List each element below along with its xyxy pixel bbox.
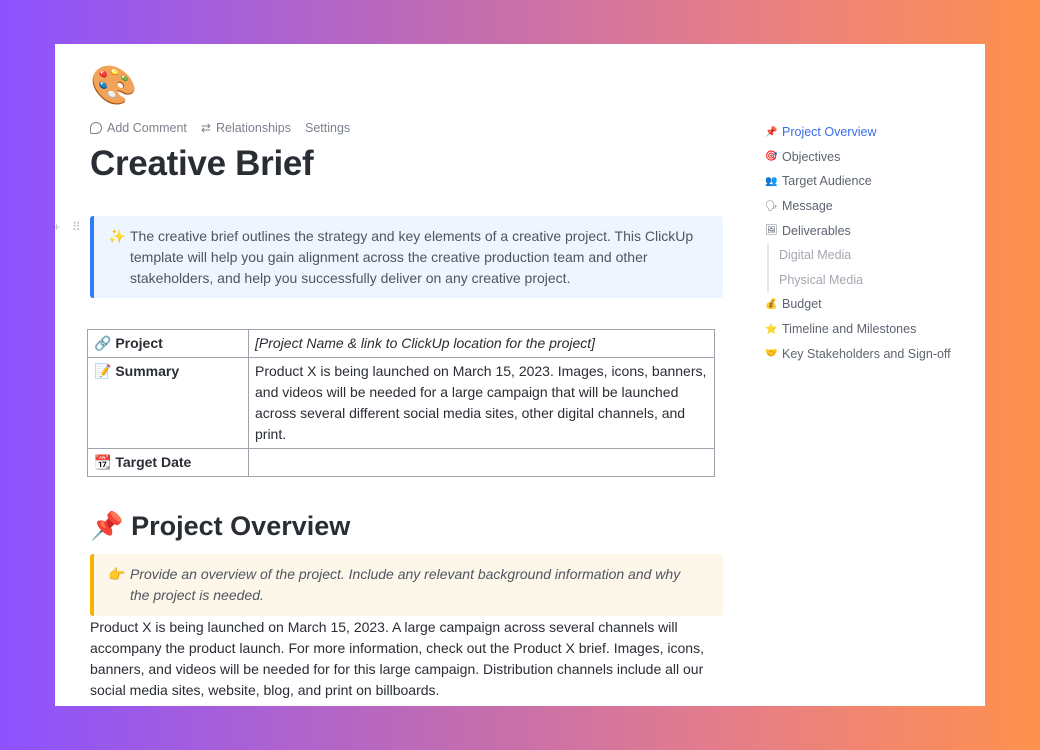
add-comment-label: Add Comment bbox=[107, 121, 187, 135]
toc-label: Timeline and Milestones bbox=[782, 322, 917, 337]
sparkles-icon: ✨ bbox=[108, 228, 126, 244]
toc-item-physical-media[interactable]: Physical Media bbox=[779, 268, 980, 293]
link-icon: 🔗 bbox=[94, 335, 112, 351]
calendar-icon: 📆 bbox=[94, 454, 112, 470]
memo-icon: 📝 bbox=[94, 363, 112, 379]
intro-callout-text: The creative brief outlines the strategy… bbox=[130, 228, 694, 286]
speaking-head-icon: 🗣 bbox=[765, 200, 778, 212]
project-overview-heading[interactable]: 📌 Project Overview bbox=[90, 510, 350, 542]
table-of-contents: 📌 Project Overview 🎯 Objectives 👥 Target… bbox=[765, 120, 980, 366]
page-title[interactable]: Creative Brief bbox=[90, 144, 314, 184]
toc-label: Digital Media bbox=[779, 248, 852, 263]
page-actions: Add Comment ⇄ Relationships Settings bbox=[90, 121, 350, 135]
drag-handle-icon[interactable]: ⠿ bbox=[72, 220, 81, 234]
brief-table: 🔗 Project [Project Name & link to ClickU… bbox=[87, 329, 715, 477]
pointing-hand-icon: 👉 bbox=[108, 566, 126, 582]
target-icon: 🎯 bbox=[765, 151, 778, 163]
overview-callout[interactable]: 👉 Provide an overview of the project. In… bbox=[90, 554, 723, 616]
toc-item-message[interactable]: 🗣 Message bbox=[765, 194, 980, 219]
artist-palette-icon[interactable]: 🎨 bbox=[90, 64, 137, 108]
document-card: 🎨 Add Comment ⇄ Relationships Settings C… bbox=[55, 44, 985, 706]
settings-label: Settings bbox=[305, 121, 351, 135]
relationships-label: Relationships bbox=[215, 121, 292, 135]
pushpin-icon: 📌 bbox=[90, 511, 124, 541]
table-cell-key[interactable]: 📝 Summary bbox=[87, 357, 249, 449]
people-icon: 👥 bbox=[765, 175, 778, 187]
row-key-label: Summary bbox=[115, 363, 180, 379]
relationships-button[interactable]: ⇄ Relationships bbox=[201, 121, 291, 135]
table-row: 📝 Summary Product X is being launched on… bbox=[87, 357, 715, 449]
toc-label: Message bbox=[782, 199, 833, 214]
toc-label: Deliverables bbox=[782, 223, 851, 238]
block-gutter: + ⠿ bbox=[55, 220, 81, 234]
toc-item-deliverables[interactable]: 🖼 Deliverables bbox=[765, 218, 980, 243]
relationships-icon: ⇄ bbox=[200, 121, 211, 135]
toc-label: Physical Media bbox=[779, 272, 864, 287]
table-row: 🔗 Project [Project Name & link to ClickU… bbox=[87, 329, 715, 358]
row-key-label: Target Date bbox=[115, 454, 192, 470]
settings-button[interactable]: Settings bbox=[305, 121, 350, 135]
toc-subsection-deliverables: Digital Media Physical Media bbox=[767, 242, 980, 293]
toc-label: Target Audience bbox=[782, 174, 872, 189]
toc-label: Budget bbox=[782, 297, 822, 312]
toc-label: Key Stakeholders and Sign-off bbox=[782, 346, 951, 361]
toc-item-budget[interactable]: 💰 Budget bbox=[765, 292, 980, 317]
money-bag-icon: 💰 bbox=[765, 298, 778, 310]
toc-label: Objectives bbox=[782, 149, 841, 164]
table-cell-key[interactable]: 🔗 Project bbox=[87, 329, 249, 358]
add-comment-button[interactable]: Add Comment bbox=[90, 121, 187, 135]
table-cell-key[interactable]: 📆 Target Date bbox=[87, 448, 249, 477]
overview-callout-text: Provide an overview of the project. Incl… bbox=[130, 566, 681, 603]
toc-label: Project Overview bbox=[782, 125, 877, 140]
handshake-icon: 🤝 bbox=[765, 348, 778, 360]
toc-item-digital-media[interactable]: Digital Media bbox=[779, 243, 980, 268]
toc-item-target-audience[interactable]: 👥 Target Audience bbox=[765, 169, 980, 194]
overview-body[interactable]: Product X is being launched on March 15,… bbox=[90, 617, 730, 701]
toc-item-timeline[interactable]: ⭐ Timeline and Milestones bbox=[765, 317, 980, 342]
toc-item-stakeholders[interactable]: 🤝 Key Stakeholders and Sign-off bbox=[765, 341, 980, 366]
table-row: 📆 Target Date bbox=[87, 448, 715, 477]
heading-text: Project Overview bbox=[131, 511, 351, 541]
table-cell-value[interactable]: Product X is being launched on March 15,… bbox=[248, 357, 715, 449]
table-cell-value[interactable] bbox=[248, 448, 715, 477]
pushpin-icon: 📌 bbox=[765, 126, 778, 138]
intro-callout[interactable]: ✨ The creative brief outlines the strate… bbox=[90, 216, 723, 298]
comment-icon bbox=[90, 122, 102, 134]
star-icon: ⭐ bbox=[765, 323, 778, 335]
toc-item-objectives[interactable]: 🎯 Objectives bbox=[765, 145, 980, 170]
toc-item-project-overview[interactable]: 📌 Project Overview bbox=[765, 120, 980, 145]
row-key-label: Project bbox=[115, 335, 163, 351]
table-cell-value[interactable]: [Project Name & link to ClickUp location… bbox=[248, 329, 715, 358]
framed-picture-icon: 🖼 bbox=[765, 225, 778, 237]
add-block-icon[interactable]: + bbox=[55, 220, 60, 234]
